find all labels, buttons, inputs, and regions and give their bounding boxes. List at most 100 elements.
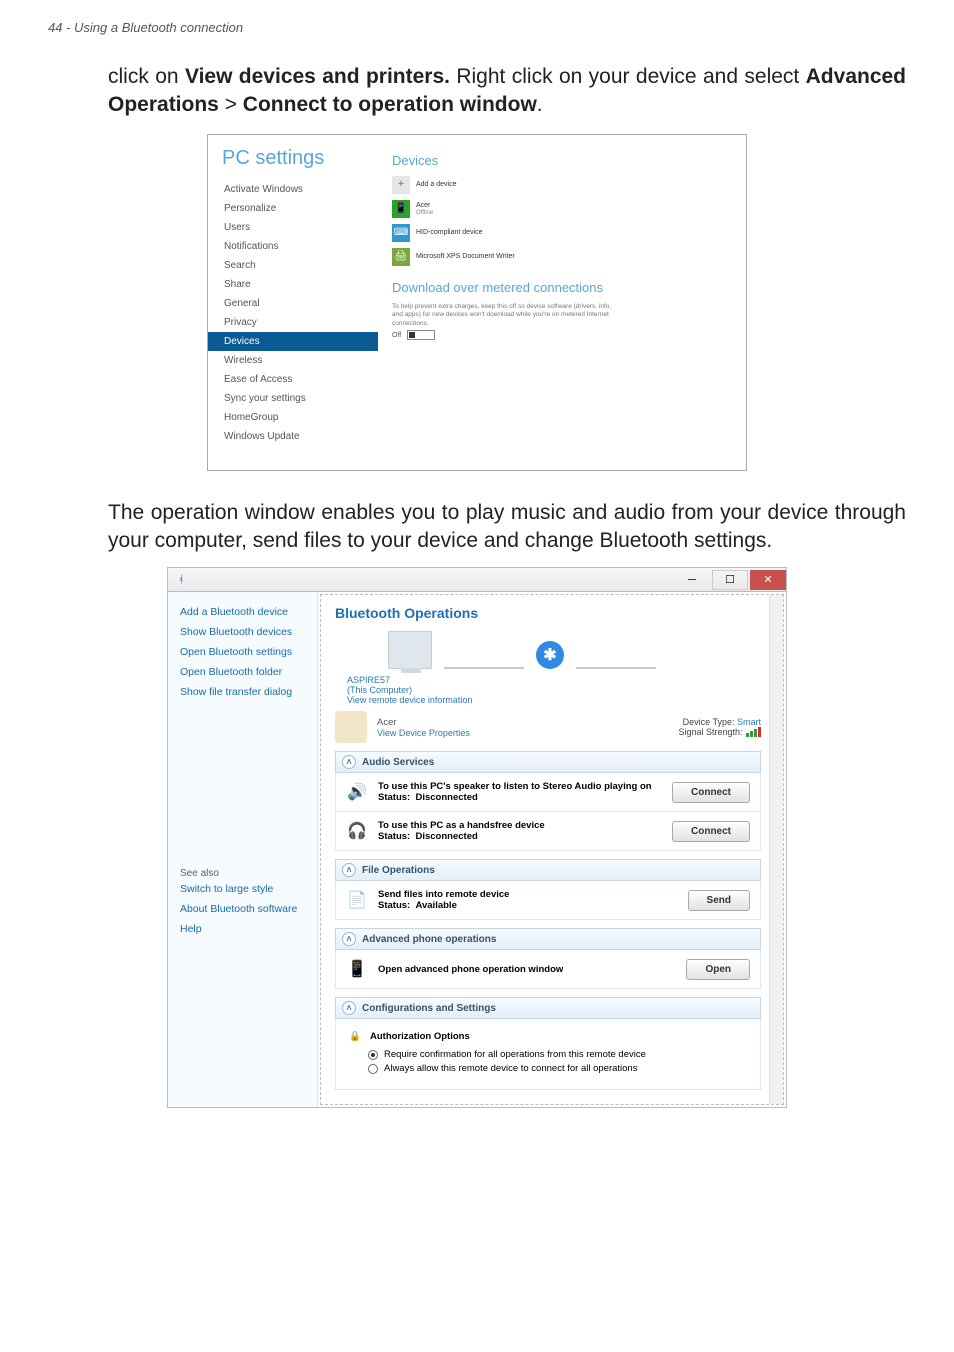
device-hid[interactable]: ⌨ HID-compliant device	[392, 224, 732, 242]
auth-option-require[interactable]: Require confirmation for all operations …	[368, 1049, 750, 1060]
auth-option-always[interactable]: Always allow this remote device to conne…	[368, 1063, 750, 1074]
bold-view-devices: View devices and printers.	[185, 65, 450, 88]
bold-connect-op-window: Connect to operation window	[243, 93, 537, 116]
chevron-up-icon: ˄	[342, 863, 356, 877]
section-config-settings[interactable]: ˄ Configurations and Settings	[335, 997, 761, 1019]
scrollbar[interactable]	[769, 595, 783, 1104]
bt-main-panel: Bluetooth Operations ✱ ASPIRE57 (This Co…	[320, 594, 784, 1105]
section-title: Audio Services	[362, 757, 434, 768]
nav-wireless[interactable]: Wireless	[222, 351, 378, 370]
minimize-button[interactable]: ─	[674, 570, 710, 590]
nav-activate-windows[interactable]: Activate Windows	[222, 180, 378, 199]
nav-windows-update[interactable]: Windows Update	[222, 427, 378, 446]
remote-device-icon	[335, 711, 367, 743]
side-large-style[interactable]: Switch to large style	[180, 879, 305, 899]
service-description: To use this PC's speaker to listen to St…	[378, 781, 662, 792]
device-name: HID-compliant device	[416, 229, 483, 237]
keyboard-icon: ⌨	[392, 224, 410, 242]
nav-personalize[interactable]: Personalize	[222, 199, 378, 218]
side-file-transfer[interactable]: Show file transfer dialog	[180, 682, 305, 702]
signal-bars-icon	[745, 727, 761, 737]
speaker-icon: 🔊	[346, 781, 368, 803]
section-file-operations[interactable]: ˄ File Operations	[335, 859, 761, 881]
device-type-label: Device Type:	[683, 717, 735, 727]
radio-icon	[368, 1050, 378, 1060]
nav-notifications[interactable]: Notifications	[222, 237, 378, 256]
chevron-up-icon: ˄	[342, 755, 356, 769]
service-description: Send files into remote device	[378, 889, 678, 900]
section-phone-operations[interactable]: ˄ Advanced phone operations	[335, 928, 761, 950]
side-open-folder[interactable]: Open Bluetooth folder	[180, 662, 305, 682]
device-status: Offline	[416, 210, 433, 216]
page-header: 44 - Using a Bluetooth connection	[0, 20, 954, 63]
printer-icon: 🖨	[392, 248, 410, 266]
nav-homegroup[interactable]: HomeGroup	[222, 408, 378, 427]
nav-ease-of-access[interactable]: Ease of Access	[222, 370, 378, 389]
window-titlebar: ᚼ ─ ☐ ✕	[167, 567, 787, 591]
nav-users[interactable]: Users	[222, 218, 378, 237]
chevron-up-icon: ˄	[342, 1001, 356, 1015]
service-description: Open advanced phone operation window	[378, 964, 676, 975]
nav-share[interactable]: Share	[222, 275, 378, 294]
add-device-row[interactable]: + Add a device	[392, 176, 732, 194]
nav-privacy[interactable]: Privacy	[222, 313, 378, 332]
nav-search[interactable]: Search	[222, 256, 378, 275]
audio-service-handsfree: 🎧 To use this PC as a handsfree device S…	[335, 812, 761, 851]
phone-open-row: 📱 Open advanced phone operation window O…	[335, 950, 761, 989]
device-xps[interactable]: 🖨 Microsoft XPS Document Writer	[392, 248, 732, 266]
status-value: Available	[415, 900, 456, 911]
nav-sync-settings[interactable]: Sync your settings	[222, 389, 378, 408]
auth-options-heading: Authorization Options	[370, 1031, 470, 1042]
computer-icon	[388, 631, 432, 669]
metered-toggle-row: Off	[392, 330, 732, 340]
close-button[interactable]: ✕	[750, 570, 786, 590]
computer-name: ASPIRE57	[347, 675, 761, 685]
connect-button[interactable]: Connect	[672, 821, 750, 842]
pc-settings-screenshot: PC settings Activate Windows Personalize…	[207, 134, 747, 471]
signal-label: Signal Strength:	[678, 727, 742, 737]
section-title: Advanced phone operations	[362, 934, 496, 945]
file-send-row: 📄 Send files into remote device Status: …	[335, 881, 761, 920]
connection-line-icon	[576, 667, 656, 669]
device-type-value: Smart	[737, 717, 761, 727]
device-acer[interactable]: 📱 Acer Offline	[392, 200, 732, 218]
bluetooth-icon: ᚼ	[178, 574, 185, 586]
view-properties-link[interactable]: View Device Properties	[377, 728, 668, 738]
side-open-settings[interactable]: Open Bluetooth settings	[180, 642, 305, 662]
nav-devices[interactable]: Devices	[208, 332, 378, 351]
remote-device-name: Acer	[377, 717, 668, 728]
status-label: Status:	[378, 900, 410, 911]
plus-icon: +	[392, 176, 410, 194]
lock-icon: 🔒	[346, 1027, 364, 1045]
text: Right click on your device and select	[450, 65, 806, 88]
config-body: 🔒 Authorization Options Require confirma…	[335, 1019, 761, 1090]
headset-icon: 🎧	[346, 820, 368, 842]
toggle-label: Off	[392, 332, 401, 339]
bt-operations-title: Bluetooth Operations	[335, 605, 761, 621]
metered-toggle[interactable]	[407, 330, 435, 340]
remote-device-row: Acer View Device Properties Device Type:…	[335, 711, 761, 743]
radio-label: Always allow this remote device to conne…	[384, 1063, 637, 1074]
open-button[interactable]: Open	[686, 959, 750, 980]
service-description: To use this PC as a handsfree device	[378, 820, 662, 831]
maximize-button[interactable]: ☐	[712, 570, 748, 590]
text: .	[537, 93, 543, 116]
pc-settings-title: PC settings	[222, 147, 378, 170]
send-button[interactable]: Send	[688, 890, 750, 911]
metered-description: To help prevent extra charges, keep this…	[392, 303, 622, 328]
side-add-device[interactable]: Add a Bluetooth device	[180, 602, 305, 622]
status-value: Disconnected	[415, 792, 477, 803]
nav-general[interactable]: General	[222, 294, 378, 313]
view-remote-link[interactable]: View remote device information	[347, 695, 761, 705]
status-label: Status:	[378, 831, 410, 842]
connect-button[interactable]: Connect	[672, 782, 750, 803]
connection-diagram: ✱	[335, 631, 761, 669]
side-help[interactable]: Help	[180, 919, 305, 939]
instruction-paragraph-1: click on View devices and printers. Righ…	[0, 63, 954, 120]
pc-settings-main: Devices + Add a device 📱 Acer Offline ⌨ …	[378, 135, 746, 470]
side-about[interactable]: About Bluetooth software	[180, 899, 305, 919]
section-audio-services[interactable]: ˄ Audio Services	[335, 751, 761, 773]
phone-icon: 📱	[346, 958, 368, 980]
section-title: Configurations and Settings	[362, 1003, 496, 1014]
side-show-devices[interactable]: Show Bluetooth devices	[180, 622, 305, 642]
